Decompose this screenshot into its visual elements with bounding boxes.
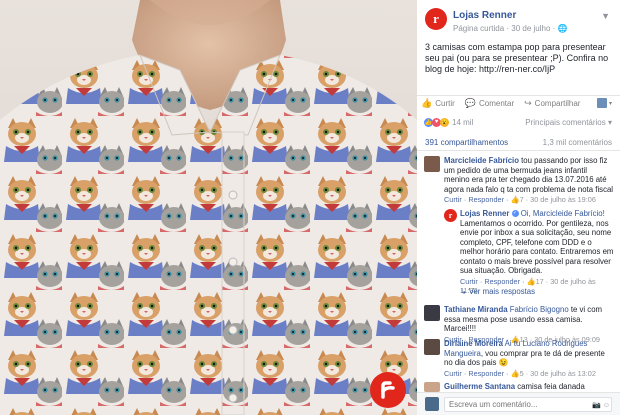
comment-action-links[interactable]: Curtir · Responder ·: [444, 195, 511, 204]
post-counts: 391 compartilhamentos 1,3 mil comentário…: [417, 138, 620, 151]
post-meta: Página curtida · 30 de julho · 🌐: [453, 24, 567, 33]
reply-author-name[interactable]: Lojas Renner: [460, 209, 509, 218]
reply-action-links[interactable]: Curtir · Responder ·: [460, 277, 527, 286]
verified-badge-icon: ✓: [511, 210, 519, 218]
wow-reaction-icon: 😮: [440, 117, 449, 127]
avatar[interactable]: [424, 382, 440, 392]
comment-date: · 30 de julho às 19:06: [523, 195, 596, 204]
avatar: [425, 397, 439, 411]
commenter-name[interactable]: Marcicleide Fabrício: [444, 156, 519, 165]
comment-button[interactable]: 💬 Comentar: [465, 98, 514, 109]
commenter-name[interactable]: Tathiane Miranda: [444, 305, 508, 314]
camera-icon[interactable]: 📷: [592, 402, 601, 409]
share-icon: ↪: [524, 98, 532, 108]
commenter-name[interactable]: Dirlaine Moreira: [444, 339, 503, 348]
comment-composer: 📷 ☺: [417, 392, 620, 415]
like-label: Curtir: [435, 99, 455, 108]
comment-tag[interactable]: Fabrício Bigogno: [508, 305, 569, 314]
reply-text: Lamentamos o ocorrido. Por gentileza, no…: [460, 218, 614, 276]
thumbs-up-small-icon: 👍: [526, 276, 536, 286]
renner-logo-badge: [370, 372, 406, 408]
avatar[interactable]: [424, 156, 440, 172]
thumbs-up-small-icon: 👍: [510, 368, 520, 378]
caret-down-icon: ▾: [608, 100, 612, 107]
view-more-replies-link[interactable]: ↳ Ver mais respostas: [460, 287, 535, 296]
comment-label: Comentar: [479, 99, 515, 108]
commenter-name[interactable]: Guilherme Santana: [444, 382, 515, 391]
compose-icons: 📷 ☺: [592, 401, 610, 409]
avatar[interactable]: [424, 305, 440, 321]
reply-likes: 17: [535, 276, 544, 286]
post-header: r Lojas Renner Página curtida · 30 de ju…: [417, 0, 620, 38]
like-button[interactable]: 👍 Curtir: [421, 98, 455, 109]
thumbs-up-small-icon: 👍: [510, 195, 520, 204]
page-avatar[interactable]: r: [425, 8, 447, 30]
reply-body: Lojas Renner ✓ Oi, Marcicleide Fabrício!…: [460, 209, 614, 296]
reply-avatar-initial: r: [448, 211, 453, 220]
emoji-icon[interactable]: ☺: [603, 402, 610, 409]
comment-date: · 30 de julho às 13:02: [523, 368, 596, 378]
comment-body: Guilherme Santana camisa feia danada: [444, 382, 614, 392]
actor-selector[interactable]: ▾: [596, 98, 612, 108]
comment-action-links[interactable]: Curtir · Responder ·: [444, 369, 511, 378]
page-name-link[interactable]: Lojas Renner: [453, 10, 516, 21]
avatar: [596, 98, 607, 108]
comment-actions: Curtir · Responder · 👍5 · 30 de julho às…: [444, 369, 614, 379]
comment-actions: Curtir · Responder · 👍7 · 30 de julho às…: [444, 195, 614, 205]
avatar[interactable]: [424, 339, 440, 355]
thumbs-up-icon: 👍: [421, 98, 433, 108]
post-meta-text: Página curtida · 30 de julho ·: [453, 24, 558, 33]
post-actions-bar: 👍 Curtir 💬 Comentar ↪ Compartilhar ▾: [417, 95, 620, 111]
post-side-panel: r Lojas Renner Página curtida · 30 de ju…: [417, 0, 620, 415]
page-avatar-initial: r: [433, 11, 439, 26]
globe-icon: 🌐: [557, 24, 568, 33]
avatar[interactable]: r: [444, 209, 457, 222]
comment-text: camisa feia danada: [515, 382, 585, 391]
reply-tag[interactable]: Oi, Marcicleide Fabrício!: [519, 209, 605, 218]
shares-count[interactable]: 391 compartilhamentos: [425, 138, 508, 150]
product-photo: [0, 0, 417, 415]
comment-icon: 💬: [464, 98, 476, 108]
comment-body: Dirlaine Moreira Ai tu Luciano Rodrigues…: [444, 339, 614, 378]
comment-body: Marcicleide Fabrício tou passando por is…: [444, 156, 614, 205]
comment-ranking-dropdown[interactable]: Principais comentários ▾: [525, 118, 612, 127]
share-button[interactable]: ↪ Compartilhar: [524, 98, 580, 109]
comment-input[interactable]: [444, 397, 612, 412]
comments-count[interactable]: 1,3 mil comentários: [543, 138, 612, 150]
post-text: 3 camisas com estampa pop para presentea…: [425, 42, 609, 74]
chevron-down-icon[interactable]: ▼: [601, 11, 610, 21]
share-label: Compartilhar: [534, 99, 581, 108]
reactions-count: 14 mil: [452, 117, 474, 127]
reactions-summary[interactable]: 👍 ♥ 😮 14 mil Principais comentários ▾: [417, 113, 620, 131]
renner-logo-icon: [381, 381, 395, 399]
